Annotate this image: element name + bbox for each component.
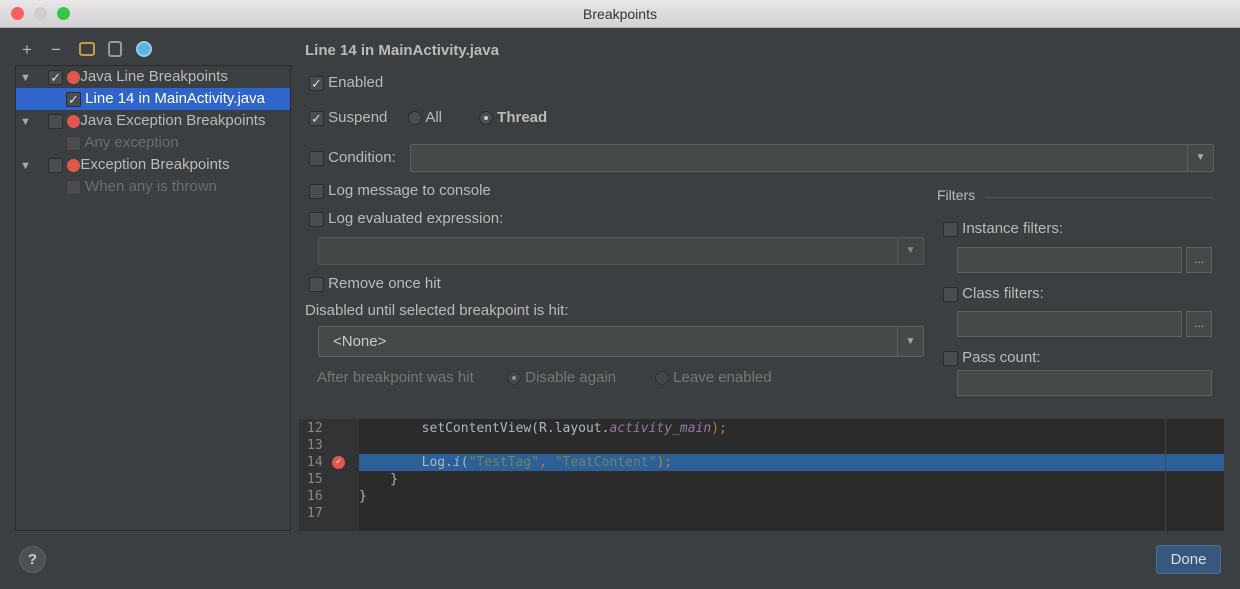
condition-checkbox[interactable]: Condition: [309, 149, 396, 166]
checkbox[interactable]: ✓ [66, 91, 81, 107]
instance-filters-checkbox[interactable]: Instance filters: [943, 220, 1063, 237]
pass-count-input[interactable] [957, 370, 1212, 396]
label: Leave enabled [673, 369, 772, 386]
log-expression-input[interactable]: ▼ [318, 237, 924, 265]
log-expression-checkbox[interactable]: Log evaluated expression: [309, 210, 503, 227]
tree-item-any-exception[interactable]: Any exception [16, 132, 290, 154]
checkbox[interactable] [48, 157, 64, 173]
class-filters-checkbox[interactable]: Class filters: [943, 285, 1044, 302]
label: All [425, 109, 443, 126]
code-line-15: } [359, 472, 399, 487]
label: Thread [497, 109, 548, 126]
label: Pass count: [962, 349, 1041, 366]
done-button[interactable]: Done [1156, 545, 1221, 574]
tree-label: Java Exception Breakpoints [80, 112, 266, 129]
expand-icon[interactable]: ▼ [20, 155, 34, 177]
checkbox[interactable] [48, 113, 64, 129]
chevron-down-icon[interactable]: ▼ [1187, 145, 1213, 171]
code-line-12: setContentView(R.layout.activity_main); [359, 421, 727, 436]
label: Disable again [525, 369, 617, 386]
label: Remove once hit [328, 275, 441, 292]
line-number: 12 [307, 421, 323, 436]
zoom-button[interactable] [57, 7, 70, 20]
label: Enabled [328, 74, 384, 91]
code-preview: 12 13 14 15 16 17 ✓ setContentView(R.lay… [299, 419, 1224, 531]
help-button[interactable]: ? [19, 546, 46, 573]
export-icon[interactable] [108, 41, 122, 57]
minimize-button[interactable] [34, 7, 47, 20]
group-folder-icon[interactable] [79, 42, 95, 56]
tree-item-line-14[interactable]: ✓ Line 14 in MainActivity.java [16, 88, 290, 110]
radio-leave-enabled: Leave enabled [655, 369, 772, 386]
tree-label: When any is thrown [85, 178, 217, 195]
tree-label: Exception Breakpoints [80, 156, 230, 173]
label: Suspend [328, 109, 388, 126]
suspend-checkbox[interactable]: ✓ Suspend [309, 109, 387, 126]
label: Log message to console [328, 182, 491, 199]
filters-divider [985, 197, 1213, 198]
tree-item-when-thrown[interactable]: When any is thrown [16, 176, 290, 198]
code-line-16: } [359, 489, 367, 504]
chevron-down-icon[interactable]: ▼ [897, 238, 923, 264]
label: Instance filters: [962, 220, 1064, 237]
radio-disable-again: Disable again [507, 369, 616, 386]
pass-count-checkbox[interactable]: Pass count: [943, 349, 1041, 366]
expand-icon[interactable]: ▼ [20, 111, 34, 133]
log-message-checkbox[interactable]: Log message to console [309, 182, 491, 199]
breakpoint-icon [67, 70, 81, 84]
expand-icon[interactable]: ▼ [20, 67, 34, 89]
add-icon[interactable]: + [22, 40, 32, 60]
code-line-14: Log.i("TestTag", "TeatContent"); [359, 455, 673, 470]
checkbox[interactable]: ✓ [48, 69, 64, 85]
line-number: 13 [307, 438, 323, 453]
window-title: Breakpoints [583, 6, 657, 22]
tree-label: Any exception [84, 134, 179, 151]
filters-heading: Filters [937, 187, 976, 203]
instance-filters-input[interactable] [957, 247, 1182, 273]
line-number: 16 [307, 489, 323, 504]
tree-group-java-exception[interactable]: ▼ Java Exception Breakpoints [16, 110, 290, 132]
class-filters-input[interactable] [957, 311, 1182, 337]
radio-thread[interactable]: Thread [479, 109, 547, 126]
exception-breakpoint-icon [67, 114, 81, 128]
radio-all[interactable]: All [408, 109, 442, 126]
checkbox [66, 179, 81, 195]
enabled-checkbox[interactable]: ✓ Enabled [309, 74, 383, 91]
close-button[interactable] [11, 7, 24, 20]
tree-label: Line 14 in MainActivity.java [85, 90, 265, 107]
line-number: 15 [307, 472, 323, 487]
exception-breakpoint-icon [67, 158, 81, 172]
label: Class filters: [962, 285, 1044, 302]
class-icon[interactable] [136, 41, 152, 57]
label: Condition: [328, 149, 396, 166]
detail-title: Line 14 in MainActivity.java [305, 42, 499, 59]
title-bar: Breakpoints [0, 0, 1240, 28]
breakpoint-check-icon[interactable]: ✓ [332, 456, 345, 469]
line-number: 17 [307, 506, 323, 521]
after-hit-label: After breakpoint was hit [317, 369, 474, 386]
tree-group-exception[interactable]: ▼ Exception Breakpoints [16, 154, 290, 176]
breakpoint-tree: ▼ ✓ Java Line Breakpoints ✓ Line 14 in M… [15, 65, 291, 531]
instance-filters-browse-button[interactable]: ... [1186, 247, 1212, 273]
breakpoint-select[interactable]: <None> ▼ [318, 326, 924, 357]
checkbox [66, 135, 81, 151]
remove-once-hit-checkbox[interactable]: Remove once hit [309, 275, 441, 292]
tree-group-java-line[interactable]: ▼ ✓ Java Line Breakpoints [16, 66, 290, 88]
condition-input[interactable]: ▼ [410, 144, 1214, 172]
line-number: 14 [307, 455, 323, 470]
class-filters-browse-button[interactable]: ... [1186, 311, 1212, 337]
remove-icon[interactable]: − [51, 40, 61, 60]
chevron-down-icon[interactable]: ▼ [897, 327, 923, 356]
selected-value: <None> [333, 333, 387, 350]
label: Log evaluated expression: [328, 210, 504, 227]
disabled-until-label: Disabled until selected breakpoint is hi… [305, 302, 569, 319]
tree-label: Java Line Breakpoints [80, 68, 228, 85]
